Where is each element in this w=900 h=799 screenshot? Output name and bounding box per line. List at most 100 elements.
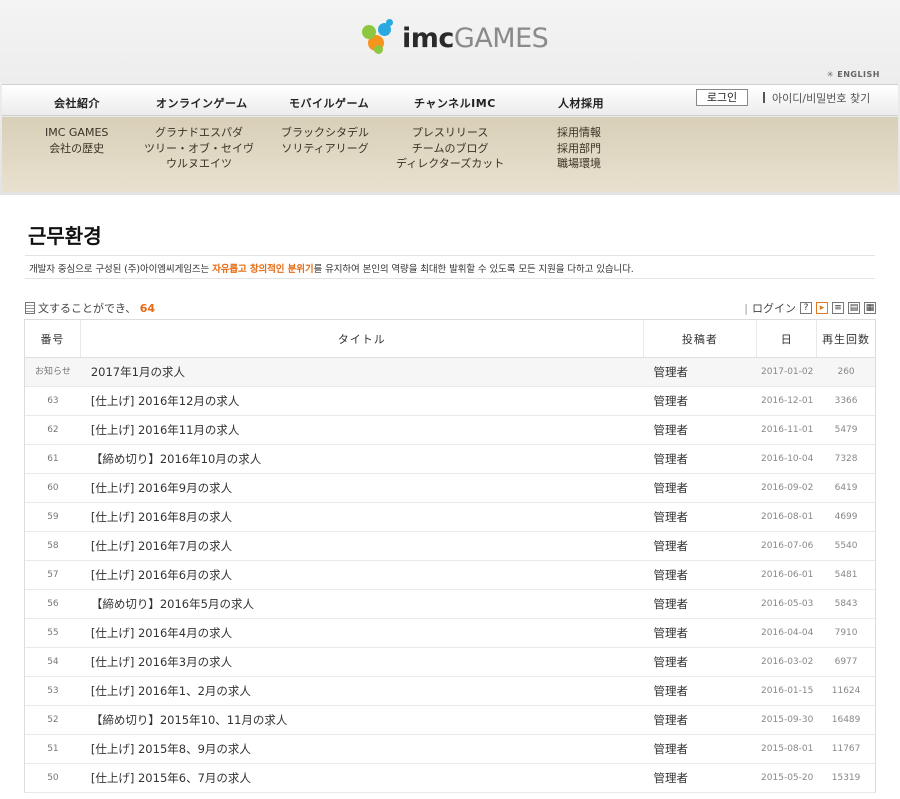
document-icon	[25, 302, 35, 314]
submenu-item[interactable]: 職場環境	[557, 156, 601, 172]
board-tools: | ログイン ? ▸ ≡ ▤ ▦	[744, 300, 876, 316]
post-title-link[interactable]: [仕上げ] 2016年7月の求人	[81, 532, 644, 560]
post-author: 管理者	[653, 742, 689, 756]
submenu-recruitment: 採用情報 採用部門 職場環境	[557, 125, 601, 172]
post-number: 57	[47, 570, 59, 580]
table-row: 53 [仕上げ] 2016年1、2月の求人 管理者 2016-01-15 11624	[25, 677, 875, 706]
table-row: 60 [仕上げ] 2016年9月の求人 管理者 2016-09-02 6419	[25, 474, 875, 503]
post-views: 3366	[834, 396, 858, 406]
list-view-icon[interactable]: ≡	[832, 302, 844, 314]
page-title: 근무환경	[28, 224, 102, 248]
post-number: 62	[47, 425, 59, 435]
post-date: 2016-03-02	[761, 657, 814, 667]
menu-mobile-games[interactable]: モバイルゲーム	[289, 95, 369, 111]
post-title-link[interactable]: [仕上げ] 2016年4月の求人	[81, 619, 644, 647]
help-icon[interactable]: ?	[800, 302, 812, 314]
post-author: 管理者	[653, 394, 689, 408]
submenu-item[interactable]: ソリティアリーグ	[281, 141, 369, 157]
post-number: 50	[47, 773, 59, 783]
post-date: 2017-01-02	[761, 367, 814, 377]
post-title-link[interactable]: [仕上げ] 2016年11月の求人	[81, 416, 644, 444]
submenu-item[interactable]: プレスリリース	[396, 125, 504, 141]
webzine-view-icon[interactable]: ▤	[848, 302, 860, 314]
post-count: 文することができ、 64	[25, 300, 155, 316]
submenu-item[interactable]: ディレクターズカット	[396, 156, 504, 172]
post-number: 59	[47, 512, 59, 522]
submenu-channel-imc: プレスリリース チームのブログ ディレクターズカット	[396, 125, 504, 172]
post-title-link[interactable]: 2017年1月の求人	[81, 358, 644, 386]
menu-online-games[interactable]: オンラインゲーム	[156, 95, 248, 111]
post-date: 2016-09-02	[761, 483, 814, 493]
description-highlight: 자유롭고 창의적인 분위기	[212, 264, 314, 275]
submenu-item[interactable]: ツリー・オブ・セイヴ	[144, 141, 254, 157]
post-date: 2015-09-30	[761, 715, 814, 725]
post-date: 2016-06-01	[761, 570, 814, 580]
table-row: 54 [仕上げ] 2016年3月の求人 管理者 2016-03-02 6977	[25, 648, 875, 677]
submenu-panel: IMC GAMES 会社の歴史 グラナドエスパダ ツリー・オブ・セイヴ ウルヌエ…	[2, 117, 898, 192]
table-body: お知らせ 2017年1月の求人 管理者 2017-01-02 260 63 [仕上げ] 20…	[25, 358, 875, 793]
gallery-view-icon[interactable]: ▦	[864, 302, 876, 314]
menu-channel-imc[interactable]: チャンネルIMC	[414, 95, 496, 111]
post-views: 5479	[834, 425, 858, 435]
table-row: 51 [仕上げ] 2015年8、9月の求人 管理者 2015-08-01 11767	[25, 735, 875, 764]
post-views: 15319	[831, 773, 861, 783]
job-posts-table: 番号 タイトル 投稿者 日 再生回数 お知らせ 2017年1月の求人 管理者 2017…	[24, 319, 876, 793]
menu-recruitment[interactable]: 人材採用	[558, 95, 604, 111]
post-date: 2016-08-01	[761, 512, 814, 522]
post-title-link[interactable]: 【締め切り】2016年5月の求人	[81, 590, 644, 618]
logo-mark-icon	[360, 19, 398, 57]
post-title-link[interactable]: [仕上げ] 2016年9月の求人	[81, 474, 644, 502]
submenu-item[interactable]: ブラックシタデル	[281, 125, 369, 141]
rss-icon[interactable]: ▸	[816, 302, 828, 314]
submenu-item[interactable]: チームのブログ	[396, 141, 504, 157]
column-title[interactable]: タイトル	[81, 320, 644, 357]
find-account-link[interactable]: 아이디/비밀번호 찾기	[763, 90, 870, 106]
post-views: 4699	[834, 512, 858, 522]
english-link[interactable]: ✳ ENGLISH	[827, 70, 880, 79]
login-button[interactable]: 로그인	[696, 89, 748, 106]
submenu-company: IMC GAMES 会社の歴史	[45, 125, 108, 156]
post-date: 2016-01-15	[761, 686, 814, 696]
post-title-link[interactable]: [仕上げ] 2016年12月の求人	[81, 387, 644, 415]
post-author: 管理者	[653, 481, 689, 495]
post-views: 5540	[834, 541, 858, 551]
post-number: 55	[47, 628, 59, 638]
submenu-item[interactable]: グラナドエスパダ	[144, 125, 254, 141]
submenu-item[interactable]: 会社の歴史	[45, 141, 108, 157]
post-number: 63	[47, 396, 59, 406]
post-title-link[interactable]: [仕上げ] 2016年1、2月の求人	[81, 677, 644, 705]
post-date: 2015-08-01	[761, 744, 814, 754]
submenu-item[interactable]: 採用部門	[557, 141, 601, 157]
post-views: 11767	[831, 744, 861, 754]
post-title-link[interactable]: 【締め切り】2016年10月の求人	[81, 445, 644, 473]
post-date: 2016-12-01	[761, 396, 814, 406]
board-login-link[interactable]: ログイン	[752, 300, 796, 316]
post-views: 5481	[834, 570, 858, 580]
post-date: 2016-11-01	[761, 425, 814, 435]
post-title-link[interactable]: [仕上げ] 2016年3月の求人	[81, 648, 644, 676]
table-row: 58 [仕上げ] 2016年7月の求人 管理者 2016-07-06 5540	[25, 532, 875, 561]
column-views[interactable]: 再生回数	[817, 320, 875, 357]
submenu-item[interactable]: ウルヌエイツ	[144, 156, 254, 172]
post-number: 52	[47, 715, 59, 725]
post-title-link[interactable]: [仕上げ] 2015年8、9月の求人	[81, 735, 644, 763]
post-date: 2016-10-04	[761, 454, 814, 464]
post-author: 管理者	[653, 626, 689, 640]
submenu-item[interactable]: 採用情報	[557, 125, 601, 141]
submenu-item[interactable]: IMC GAMES	[45, 125, 108, 141]
post-views: 11624	[831, 686, 861, 696]
menu-company[interactable]: 会社紹介	[54, 95, 100, 111]
post-title-link[interactable]: [仕上げ] 2016年8月の求人	[81, 503, 644, 531]
post-title-link[interactable]: [仕上げ] 2015年6、7月の求人	[81, 764, 644, 792]
post-date: 2016-04-04	[761, 628, 814, 638]
table-row: 63 [仕上げ] 2016年12月の求人 管理者 2016-12-01 3366	[25, 387, 875, 416]
post-views: 6419	[834, 483, 858, 493]
post-views: 7910	[834, 628, 858, 638]
post-title-link[interactable]: 【締め切り】2015年10、11月の求人	[81, 706, 644, 734]
column-date[interactable]: 日	[757, 320, 818, 357]
post-number: 51	[47, 744, 59, 754]
imc-games-logo[interactable]: imcGAMES	[360, 18, 549, 58]
post-author: 管理者	[653, 771, 689, 785]
submenu-mobile-games: ブラックシタデル ソリティアリーグ	[281, 125, 369, 156]
post-title-link[interactable]: [仕上げ] 2016年6月の求人	[81, 561, 644, 589]
